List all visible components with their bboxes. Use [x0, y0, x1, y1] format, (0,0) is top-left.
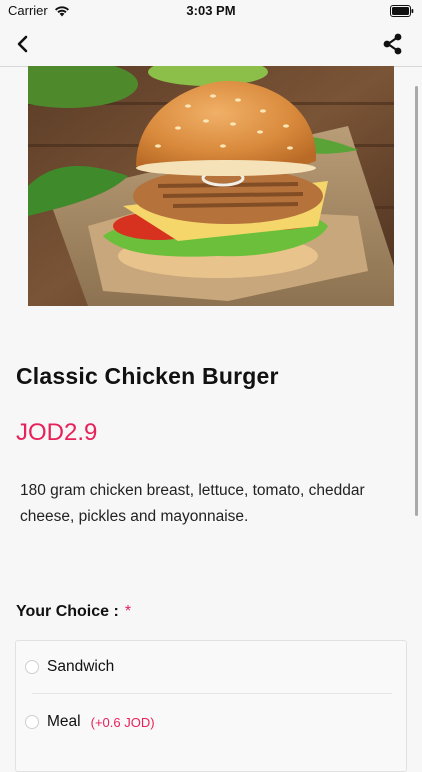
product-image: [28, 66, 394, 306]
scrollbar[interactable]: [415, 86, 418, 516]
product-title: Classic Chicken Burger: [16, 363, 279, 389]
option-sandwich[interactable]: Sandwich: [25, 643, 387, 691]
option-extra-price: (+0.6 JOD): [90, 714, 155, 730]
status-bar: Carrier 3:03 PM: [0, 0, 422, 22]
option-meal[interactable]: Meal (+0.6 JOD): [25, 698, 387, 746]
radio-button[interactable]: [25, 660, 39, 674]
product-price: JOD2.9: [16, 419, 98, 446]
choice-heading: Your Choice : *: [16, 603, 131, 621]
required-marker: *: [124, 603, 132, 620]
navigation-bar: [0, 22, 422, 67]
share-icon[interactable]: [382, 32, 404, 56]
battery-icon: [390, 5, 414, 17]
clock: 3:03 PM: [186, 3, 236, 18]
burger-photo-illustration: [28, 66, 394, 306]
back-chevron-icon[interactable]: [12, 33, 34, 55]
option-label: Meal: [47, 713, 81, 730]
choice-options: Sandwich Meal (+0.6 JOD): [15, 640, 407, 772]
choice-heading-label: Your Choice :: [16, 603, 119, 620]
radio-button[interactable]: [25, 715, 39, 729]
product-description: 180 gram chicken breast, lettuce, tomato…: [20, 482, 365, 525]
option-divider: [32, 693, 392, 694]
option-label: Sandwich: [47, 658, 115, 675]
